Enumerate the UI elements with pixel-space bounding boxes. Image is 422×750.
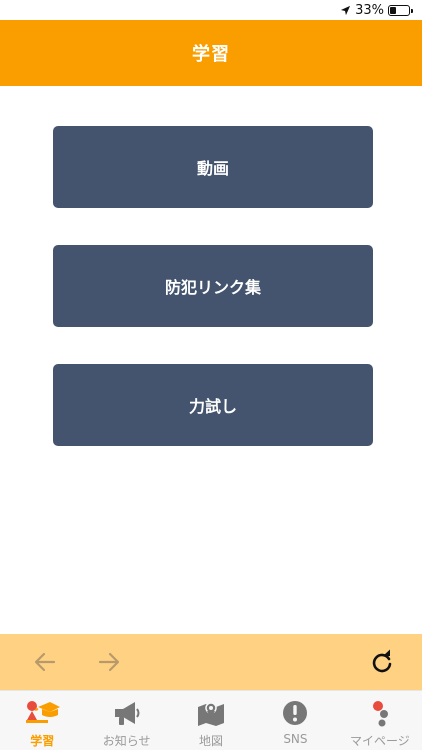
tab-label: SNS — [283, 732, 308, 746]
reload-icon[interactable] — [369, 649, 395, 675]
page-title: 学習 — [192, 44, 230, 65]
tab-label: 学習 — [30, 734, 55, 748]
tab-label: 地図 — [199, 734, 224, 748]
location-arrow-icon — [341, 5, 351, 16]
battery-percentage: 33% — [355, 3, 384, 18]
tab-label: お知らせ — [102, 734, 151, 748]
battery-icon — [388, 5, 413, 16]
tab-sns[interactable]: SNS — [253, 691, 337, 750]
user-icon — [372, 701, 388, 727]
tab-bar: 学習 お知らせ 地図 SNS マイページ — [0, 690, 422, 750]
video-button[interactable]: 動画 — [53, 126, 373, 208]
browser-toolbar — [0, 634, 422, 690]
tab-mypage[interactable]: マイページ — [338, 691, 422, 750]
quiz-button[interactable]: 力試し — [53, 364, 373, 446]
tab-map[interactable]: 地図 — [169, 691, 253, 750]
alert-circle-icon — [283, 701, 308, 725]
megaphone-icon — [114, 702, 140, 725]
crime-prevention-links-button[interactable]: 防犯リンク集 — [53, 245, 373, 327]
arrow-right-icon[interactable] — [96, 649, 122, 675]
tab-study[interactable]: 学習 — [0, 691, 84, 750]
status-indicators: 33% — [340, 3, 413, 18]
arrow-left-icon[interactable] — [32, 649, 58, 675]
battery-level — [390, 7, 396, 14]
app-header: 学習 — [0, 20, 422, 86]
tab-news[interactable]: お知らせ — [84, 691, 168, 750]
map-icon — [198, 702, 225, 726]
status-bar: 33% — [0, 0, 422, 20]
tab-label: マイページ — [349, 734, 410, 748]
graduation-cap-icon — [26, 701, 61, 723]
